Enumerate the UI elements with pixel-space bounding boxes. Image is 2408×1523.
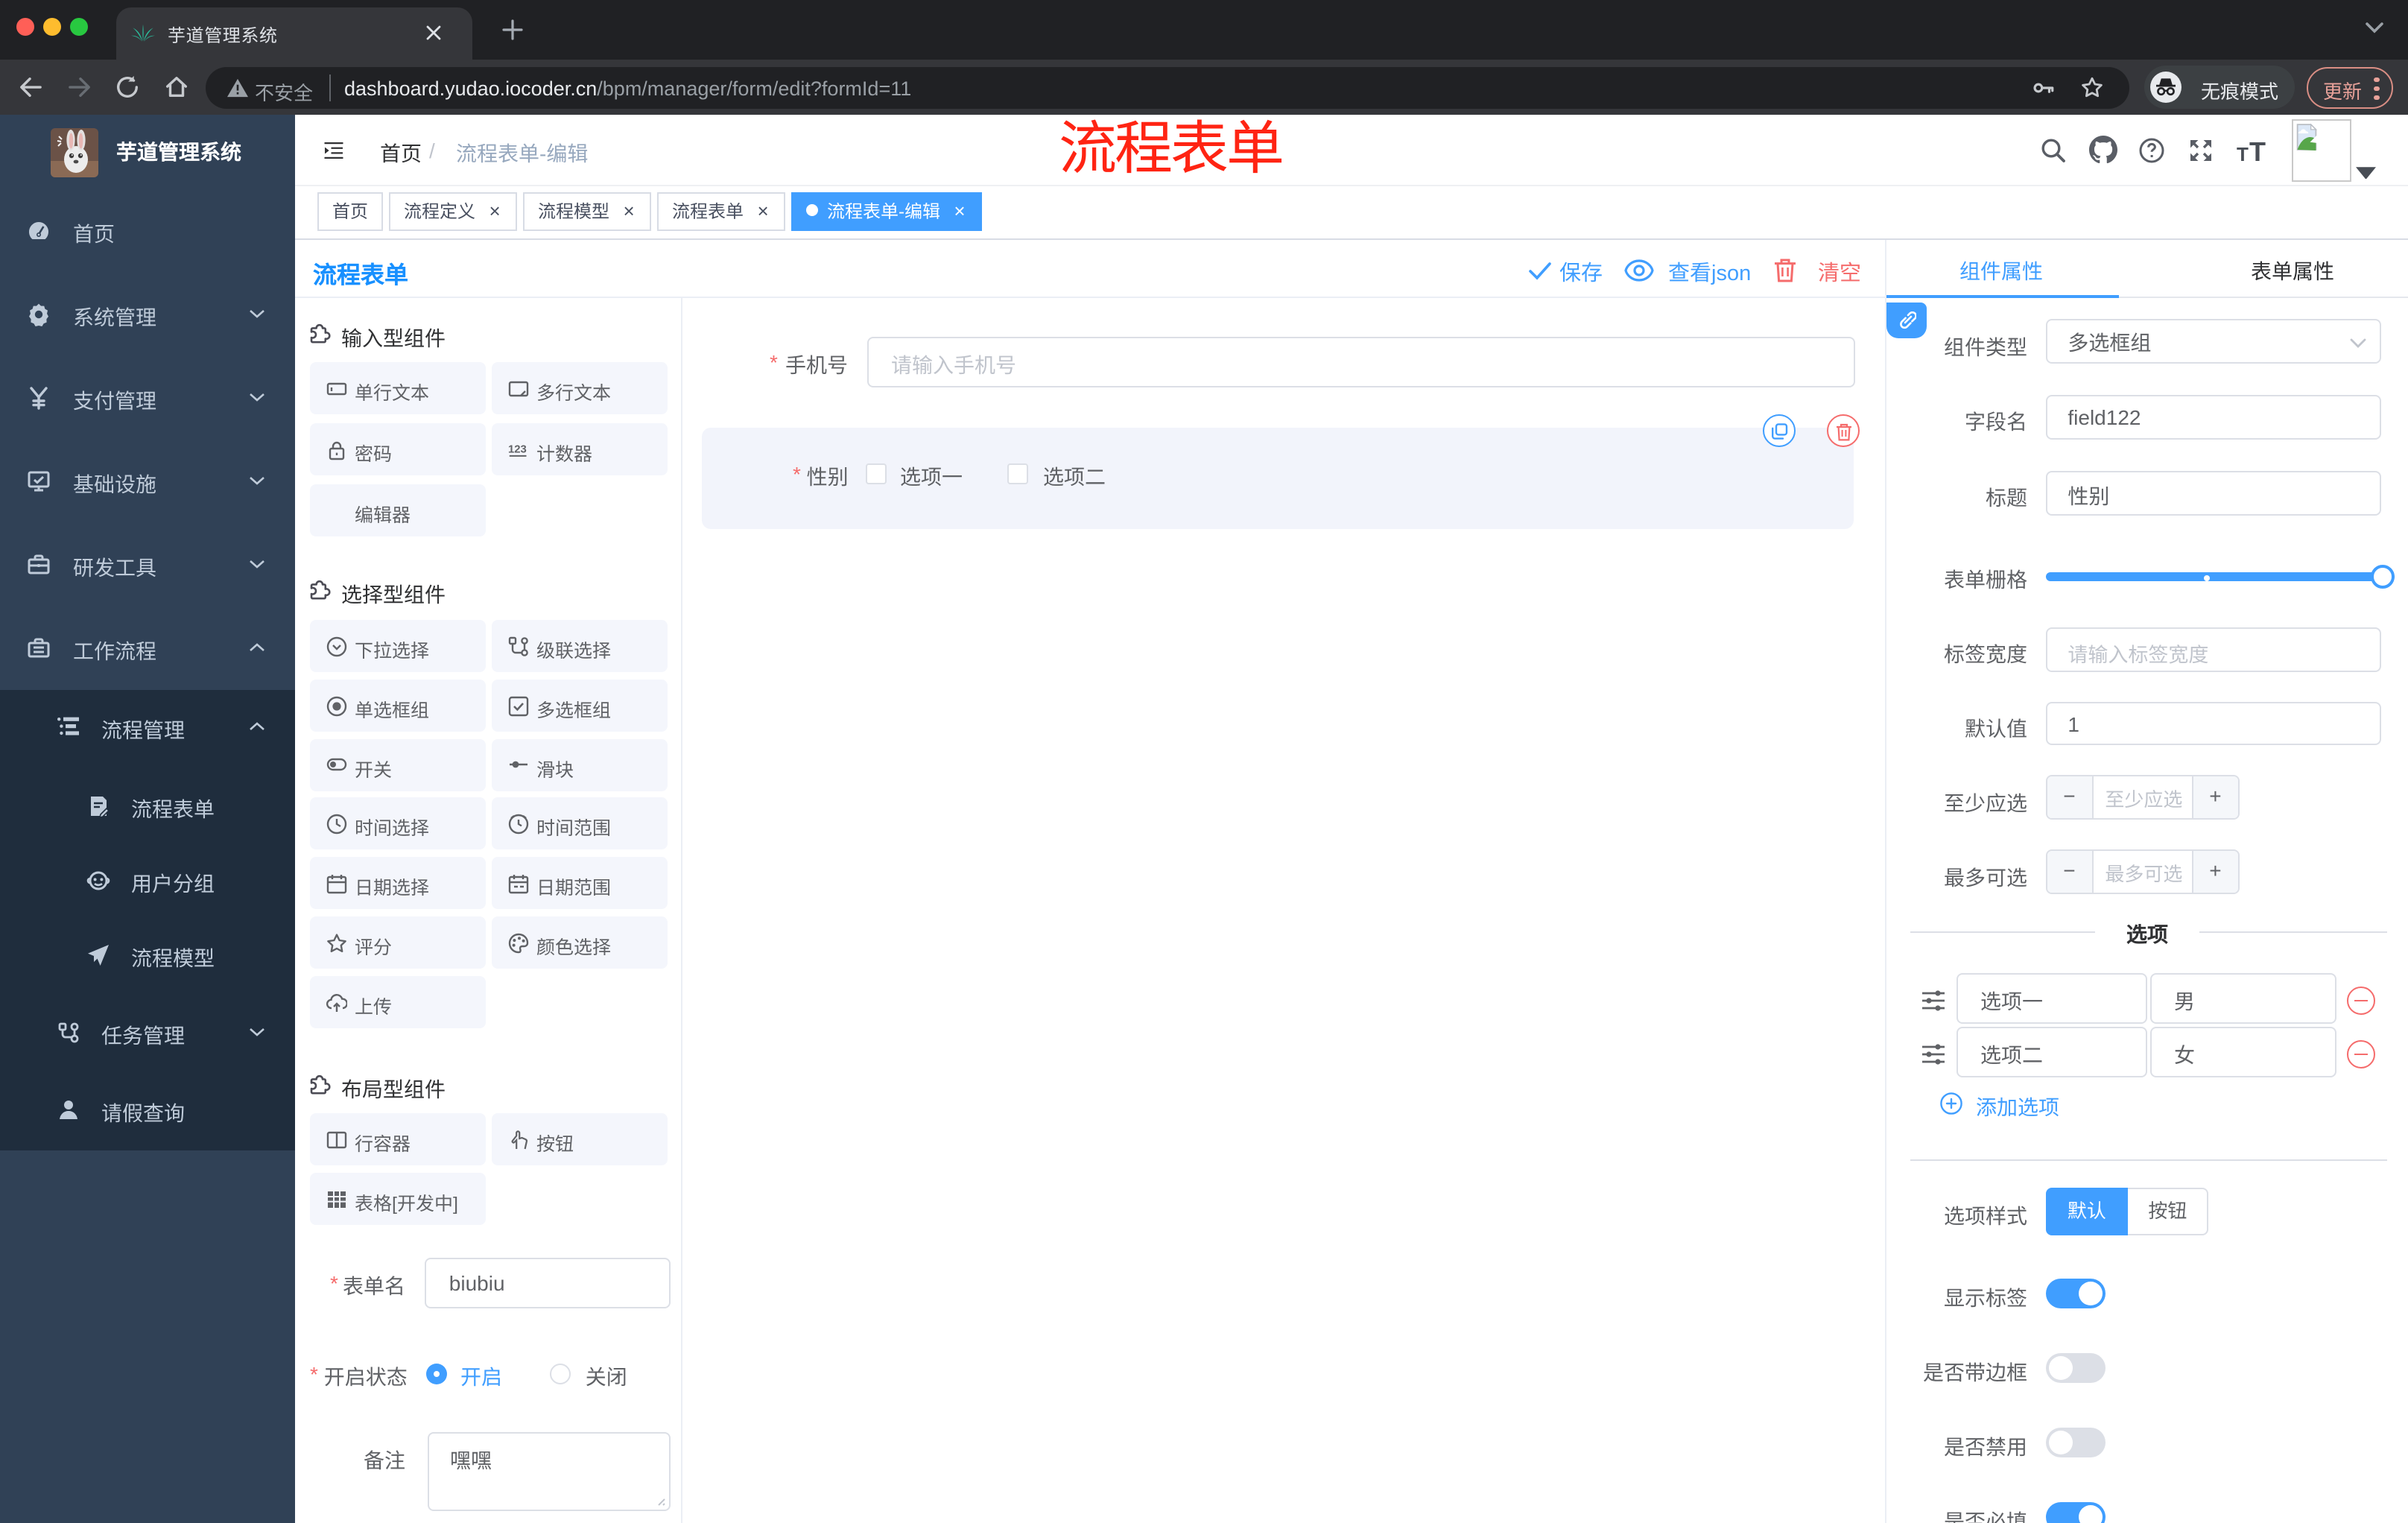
svg-text:123: 123 bbox=[508, 443, 527, 455]
svg-text:T: T bbox=[2249, 136, 2266, 164]
svg-text:T: T bbox=[2237, 143, 2249, 164]
